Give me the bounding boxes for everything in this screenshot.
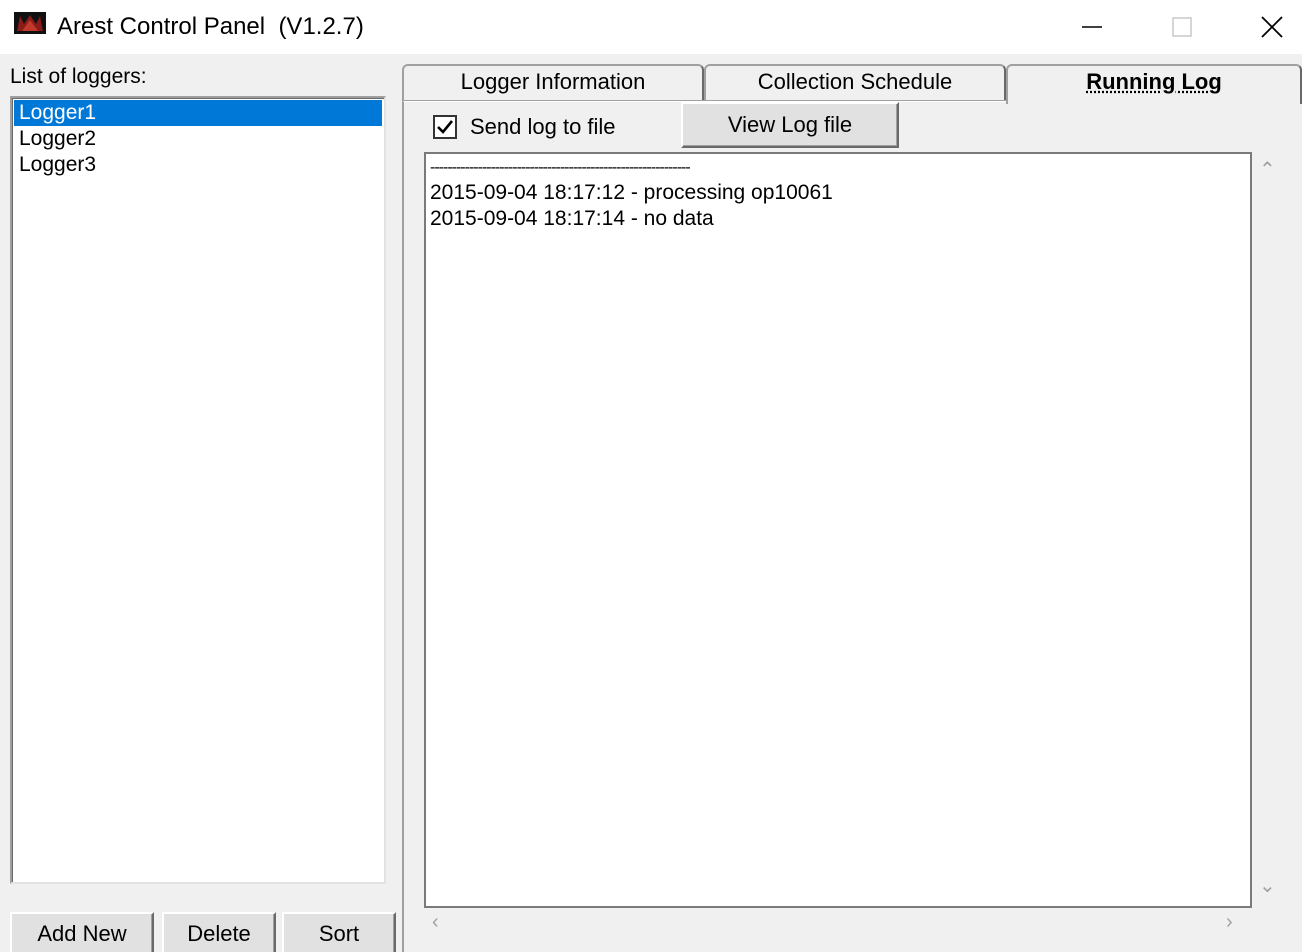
tab-running-log-label: Running Log <box>1086 69 1222 94</box>
maximize-button[interactable] <box>1136 0 1228 54</box>
delete-button[interactable]: Delete <box>162 912 276 952</box>
title-bar: Arest Control Panel (V1.2.7) <box>0 0 1302 54</box>
scroll-left-icon[interactable]: ‹ <box>432 912 439 932</box>
tab-running-log[interactable]: Running Log <box>1006 64 1302 104</box>
log-line: ----------------------------------------… <box>430 159 691 176</box>
logger-list-item[interactable]: Logger2 <box>14 126 382 152</box>
add-new-button[interactable]: Add New <box>10 912 154 952</box>
scroll-down-icon[interactable]: ⌄ <box>1259 876 1276 896</box>
scroll-up-icon[interactable]: ⌃ <box>1259 160 1276 180</box>
tab-collection-schedule[interactable]: Collection Schedule <box>704 64 1006 100</box>
send-log-label[interactable]: Send log to file <box>470 113 616 141</box>
arest-app-icon <box>14 12 46 34</box>
send-log-checkbox[interactable] <box>433 115 457 139</box>
sort-button[interactable]: Sort <box>282 912 396 952</box>
logger-list-item[interactable]: Logger3 <box>14 152 382 178</box>
logger-list-item[interactable]: Logger1 <box>14 100 382 126</box>
log-vertical-scrollbar[interactable]: ⌃ ⌄ <box>1252 152 1286 908</box>
minimize-icon <box>1082 26 1102 28</box>
maximize-icon <box>1172 17 1192 37</box>
tab-logger-information[interactable]: Logger Information <box>402 64 704 100</box>
close-icon <box>1261 16 1283 38</box>
logger-listbox[interactable]: Logger1 Logger2 Logger3 <box>10 96 386 884</box>
logger-list-label: List of loggers: <box>10 65 147 88</box>
log-line: 2015-09-04 18:17:12 - processing op10061 <box>430 181 833 204</box>
scroll-right-icon[interactable]: › <box>1226 912 1233 932</box>
checkmark-icon <box>437 120 454 134</box>
running-log-textarea[interactable]: ----------------------------------------… <box>424 152 1252 908</box>
close-button[interactable] <box>1226 0 1302 54</box>
window-title: Arest Control Panel (V1.2.7) <box>57 13 364 40</box>
log-line: 2015-09-04 18:17:14 - no data <box>430 207 714 230</box>
minimize-button[interactable] <box>1046 0 1138 54</box>
view-log-file-button[interactable]: View Log file <box>681 102 899 148</box>
log-horizontal-scrollbar[interactable]: ‹ › <box>424 908 1252 942</box>
